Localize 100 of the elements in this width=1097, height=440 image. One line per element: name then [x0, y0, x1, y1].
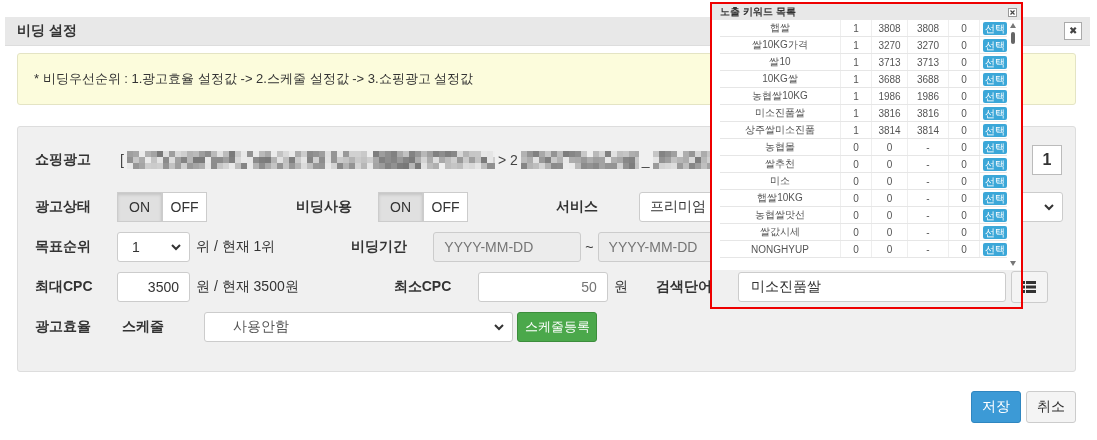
table-cell: 0 — [949, 139, 980, 155]
table-cell: 3688 — [908, 71, 949, 87]
field-label: 광고상태 — [35, 198, 92, 216]
table-cell: 0 — [841, 139, 872, 155]
table-cell: 3688 — [872, 71, 908, 87]
table-cell: 0 — [841, 156, 872, 172]
table-cell: 0 — [841, 190, 872, 206]
table-cell: 3808 — [908, 20, 949, 36]
select-button[interactable]: 선택 — [983, 225, 1007, 239]
toggle-option[interactable]: ON — [378, 192, 423, 222]
path-text: > 2 — [497, 152, 518, 168]
select-button[interactable]: 선택 — [983, 140, 1007, 154]
table-cell: 0 — [872, 241, 908, 257]
table-cell: 3713 — [872, 54, 908, 70]
table-cell: 쌀10 — [720, 54, 841, 70]
table-cell: 3816 — [872, 105, 908, 121]
toggle-option[interactable]: OFF — [423, 192, 468, 222]
table-cell: 3808 — [872, 20, 908, 36]
toggle-option[interactable]: OFF — [162, 192, 207, 222]
count-box: 1 — [1032, 145, 1062, 175]
table-cell: - — [908, 139, 949, 155]
table-cell: 상주쌀미소진품 — [720, 122, 841, 138]
table-cell: 3816 — [908, 105, 949, 121]
table-cell: 1 — [841, 71, 872, 87]
field-label: 비딩기간 — [351, 238, 409, 256]
select-button[interactable]: 선택 — [983, 208, 1007, 222]
select-button[interactable]: 선택 — [983, 157, 1007, 171]
table-cell: 0 — [949, 241, 980, 257]
table-cell: 농협몰 — [720, 139, 841, 155]
table-cell: - — [908, 173, 949, 189]
table-cell: 0 — [949, 105, 980, 121]
toggle-option[interactable]: ON — [117, 192, 162, 222]
table-cell: 1 — [841, 122, 872, 138]
field-label: 검색단어 — [655, 278, 713, 296]
select-button[interactable]: 선택 — [983, 174, 1007, 188]
scroll-up-icon[interactable] — [1010, 23, 1016, 28]
table-cell: 0 — [949, 37, 980, 53]
field-label: 비딩사용 — [296, 198, 353, 216]
select-button[interactable]: 선택 — [983, 242, 1007, 256]
table-cell: 0 — [841, 224, 872, 240]
select-button[interactable]: 선택 — [983, 191, 1007, 205]
table-cell: 0 — [949, 122, 980, 138]
select-button[interactable]: 선택 — [983, 21, 1007, 35]
table-cell: 1 — [841, 88, 872, 104]
schedule-select[interactable]: 사용안함 — [204, 312, 513, 342]
select-button[interactable]: 선택 — [983, 72, 1007, 86]
table-cell: 0 — [949, 20, 980, 36]
rank-select[interactable]: 1 — [117, 232, 190, 262]
table-cell: 미소진품쌀 — [720, 105, 841, 121]
table-cell: 0 — [872, 139, 908, 155]
unit-text: 원 — [613, 278, 628, 296]
table-cell: 3270 — [908, 37, 949, 53]
table-cell: 0 — [949, 190, 980, 206]
list-button[interactable] — [1010, 271, 1048, 303]
table-cell: 0 — [949, 54, 980, 70]
schedule-register-button[interactable]: 스케줄등록 — [517, 312, 597, 342]
popup-title: 노출 키워드 목록 — [720, 5, 796, 19]
cpc-note: 원 / 현재 3500원 — [196, 278, 299, 296]
select-button[interactable]: 선택 — [983, 38, 1007, 52]
table-cell: 0 — [949, 173, 980, 189]
table-cell: 3713 — [908, 54, 949, 70]
field-label: 목표순위 — [35, 238, 92, 256]
table-cell: 햅쌀10KG — [720, 190, 841, 206]
table-cell: 농협쌀맛선 — [720, 207, 841, 223]
table-cell: - — [908, 207, 949, 223]
table-cell: 0 — [872, 190, 908, 206]
table-cell: 농협쌀10KG — [720, 88, 841, 104]
close-button[interactable]: ✖ — [1064, 22, 1082, 40]
table-cell: 0 — [949, 207, 980, 223]
table-cell: 0 — [949, 88, 980, 104]
table-cell: 3814 — [908, 122, 949, 138]
select-button[interactable]: 선택 — [983, 106, 1007, 120]
search-term-field[interactable]: 미소진품쌀 — [737, 272, 1006, 302]
max-cpc-field[interactable]: 3500 — [117, 272, 190, 302]
table-cell: 0 — [872, 173, 908, 189]
min-cpc-field[interactable]: 50 — [477, 272, 608, 302]
table-cell: 0 — [872, 224, 908, 240]
chevron-icon — [171, 243, 181, 251]
cancel-button[interactable]: 취소 — [1026, 391, 1076, 423]
table-cell: 1 — [841, 105, 872, 121]
table-cell: 0 — [841, 207, 872, 223]
rank-note: 위 / 현재 1위 — [196, 238, 276, 256]
table-cell: 0 — [949, 156, 980, 172]
chevron-icon — [1044, 203, 1054, 211]
dialog-title: 비딩 설정 — [17, 22, 77, 40]
table-cell: 0 — [841, 173, 872, 189]
select-button[interactable]: 선택 — [983, 55, 1007, 69]
notice-text: * 비딩우선순위 : 1.광고효율 설정값 -> 2.스케줄 설정값 -> 3.쇼핑광고 설정값 — [34, 70, 474, 88]
field-label: 광고효율 — [35, 318, 92, 336]
scroll-down-icon[interactable] — [1010, 261, 1016, 266]
table-cell: 1 — [841, 20, 872, 36]
select-button[interactable]: 선택 — [983, 123, 1007, 137]
close-icon[interactable] — [1008, 7, 1017, 17]
table-cell: 0 — [949, 224, 980, 240]
table-cell: 0 — [872, 207, 908, 223]
table-cell: 미소 — [720, 173, 841, 189]
table-cell: 쌀값시세 — [720, 224, 841, 240]
select-button[interactable]: 선택 — [983, 89, 1007, 103]
table-cell: 3270 — [872, 37, 908, 53]
save-button[interactable]: 저장 — [971, 391, 1021, 423]
